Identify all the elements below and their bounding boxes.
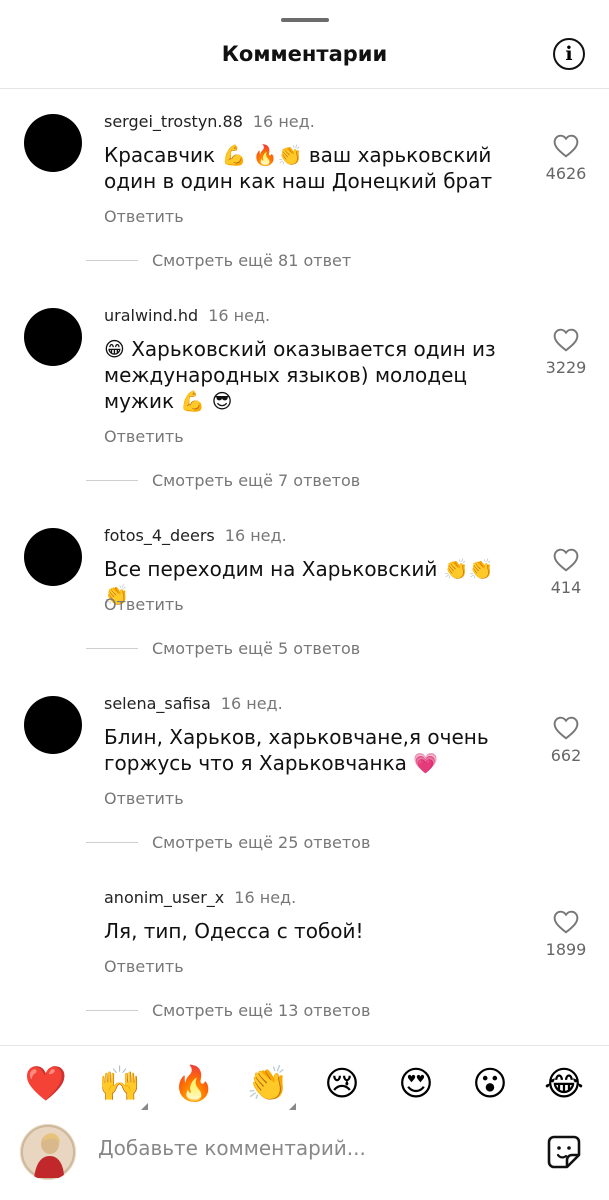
reply-button[interactable]: Ответить <box>104 789 184 808</box>
current-user-avatar[interactable] <box>20 1124 76 1180</box>
more-variants-indicator <box>289 1103 296 1110</box>
more-variants-indicator <box>141 1103 148 1110</box>
sticker-icon[interactable] <box>546 1134 582 1170</box>
like-count: 662 <box>550 746 582 765</box>
view-more-label: Смотреть ещё 13 ответов <box>152 1000 371 1020</box>
composer-divider <box>0 1045 609 1046</box>
emoji-surprised-button[interactable]: 😮 <box>466 1060 514 1108</box>
view-more-replies[interactable]: Смотреть ещё 13 ответов <box>86 1000 370 1020</box>
username[interactable]: sergei_trostyn.88 <box>104 112 243 131</box>
replies-line <box>86 259 138 261</box>
emoji-crying-button[interactable]: 😢 <box>318 1060 366 1108</box>
like-count: 4626 <box>545 164 587 183</box>
emoji-heart-button[interactable]: ❤️ <box>22 1060 70 1108</box>
comment-text: Блин, Харьков, харьковчане,я очень горжу… <box>104 725 489 775</box>
view-more-label: Смотреть ещё 5 ответов <box>152 638 361 658</box>
timestamp: 16 нед. <box>220 694 283 713</box>
heart-outline-icon <box>553 548 579 572</box>
heart-outline-icon <box>553 134 579 158</box>
heart-outline-icon <box>553 910 579 934</box>
view-more-label: Смотреть ещё 25 ответов <box>152 832 371 852</box>
avatar-image <box>20 1124 76 1180</box>
like-button[interactable]: 662 <box>538 716 594 765</box>
heart-outline-icon <box>553 716 579 740</box>
timestamp: 16 нед. <box>234 888 297 907</box>
comment-meta: uralwind.hd 16 нед. <box>104 306 270 325</box>
reply-button[interactable]: Ответить <box>104 957 184 976</box>
emoji-laughing-button[interactable]: 😂 <box>540 1060 588 1108</box>
like-button[interactable]: 3229 <box>538 328 594 377</box>
view-more-replies[interactable]: Смотреть ещё 7 ответов <box>86 470 360 490</box>
username[interactable]: selena_safisa <box>104 694 211 713</box>
emoji-fire-button[interactable]: 🔥 <box>170 1060 218 1108</box>
comment-meta: fotos_4_deers 16 нед. <box>104 526 287 545</box>
comment-composer: Добавьте комментарий... <box>0 1122 609 1182</box>
emoji-clap-button[interactable]: 👏 <box>244 1060 296 1110</box>
username[interactable]: fotos_4_deers <box>104 526 215 545</box>
drag-handle[interactable] <box>281 18 329 22</box>
emoji-raised-hands-icon: 🙌 <box>98 1064 142 1104</box>
comment-meta: sergei_trostyn.88 16 нед. <box>104 112 315 131</box>
header-divider <box>0 88 609 89</box>
timestamp: 16 нед. <box>252 112 315 131</box>
emoji-raised-hands-button[interactable]: 🙌 <box>96 1060 148 1110</box>
page-title: Комментарии <box>221 42 388 66</box>
comment-input[interactable]: Добавьте комментарий... <box>98 1136 366 1160</box>
timestamp: 16 нед. <box>224 526 287 545</box>
like-button[interactable]: 414 <box>538 548 594 597</box>
replies-line <box>86 647 138 649</box>
view-more-label: Смотреть ещё 81 ответ <box>152 250 352 270</box>
comments-sheet: Комментарии i sergei_trostyn.88 16 нед. К… <box>0 0 609 1200</box>
emoji-heart-eyes-button[interactable]: 😍 <box>392 1060 440 1108</box>
reply-button[interactable]: Ответить <box>104 595 184 614</box>
replies-line <box>86 479 138 481</box>
avatar[interactable] <box>24 696 82 754</box>
timestamp: 16 нед. <box>208 306 271 325</box>
emoji-clap-icon: 👏 <box>246 1064 290 1104</box>
avatar[interactable] <box>24 528 82 586</box>
reply-button[interactable]: Ответить <box>104 427 184 446</box>
avatar[interactable] <box>24 114 82 172</box>
username[interactable]: anonim_user_x <box>104 888 224 907</box>
reply-button[interactable]: Ответить <box>104 207 184 226</box>
username[interactable]: uralwind.hd <box>104 306 198 325</box>
like-button[interactable]: 4626 <box>538 134 594 183</box>
comment-meta: anonim_user_x 16 нед. <box>104 888 296 907</box>
view-more-replies[interactable]: Смотреть ещё 81 ответ <box>86 250 351 270</box>
comment-text: Красавчик 💪 🔥👏 ваш харьковский один в од… <box>104 143 493 193</box>
comment-text: Ля, тип, Одесса с тобой! <box>104 919 364 943</box>
like-count: 1899 <box>545 940 587 959</box>
replies-line <box>86 1009 138 1011</box>
info-icon[interactable]: i <box>553 38 585 70</box>
view-more-replies[interactable]: Смотреть ещё 5 ответов <box>86 638 360 658</box>
like-count: 414 <box>550 578 582 597</box>
like-count: 3229 <box>545 358 587 377</box>
comment-meta: selena_safisa 16 нед. <box>104 694 283 713</box>
comment-text: 😁 Харьковский оказывается один из междун… <box>104 337 496 413</box>
view-more-replies[interactable]: Смотреть ещё 25 ответов <box>86 832 370 852</box>
view-more-label: Смотреть ещё 7 ответов <box>152 470 361 490</box>
avatar[interactable] <box>24 308 82 366</box>
heart-outline-icon <box>553 328 579 352</box>
replies-line <box>86 841 138 843</box>
like-button[interactable]: 1899 <box>538 910 594 959</box>
quick-reactions-bar: ❤️ 🙌 🔥 👏 😢 😍 😮 😂 <box>0 1060 609 1110</box>
